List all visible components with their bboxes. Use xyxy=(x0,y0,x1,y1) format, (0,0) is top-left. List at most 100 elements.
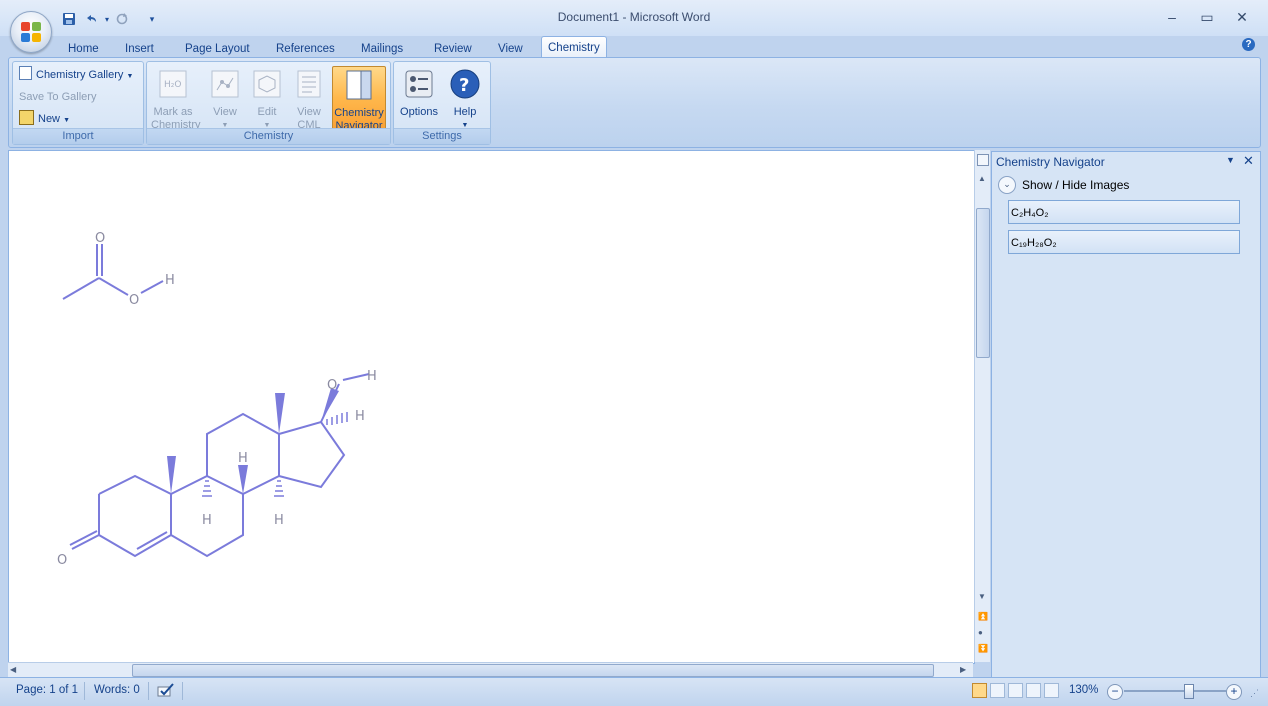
title-bar: ▾ ▾ Document1 - Microsoft Word – ▭ ✕ xyxy=(0,0,1268,36)
edit-button[interactable]: Edit ▼ xyxy=(247,66,287,129)
tab-mailings[interactable]: Mailings xyxy=(355,40,409,58)
scroll-up-icon[interactable]: ▲ xyxy=(978,174,986,183)
view-cml-button[interactable]: View CML xyxy=(289,66,329,131)
help-label: Help xyxy=(453,106,477,118)
new-document-icon xyxy=(19,110,34,125)
chevron-down-icon: ▼ xyxy=(63,117,71,124)
show-hide-images-toggle[interactable]: ⌄ Show / Hide Images xyxy=(998,176,1129,194)
options-button[interactable]: Options xyxy=(397,66,441,128)
document-area[interactable]: O O H O O H H H H H xyxy=(8,150,975,664)
atom-label-hydrogen: H xyxy=(238,451,248,466)
navigator-label-1: Chemistry xyxy=(334,107,384,119)
group-settings: Options ? Help ▼ Settings xyxy=(393,61,491,145)
svg-text:?: ? xyxy=(459,75,469,96)
cml-document-icon xyxy=(297,70,321,98)
proofing-icon[interactable] xyxy=(157,682,175,701)
tab-insert[interactable]: Insert xyxy=(119,40,160,58)
edit-label: Edit xyxy=(257,106,277,118)
horizontal-scroll-thumb[interactable] xyxy=(132,664,934,677)
chevron-down-icon: ▼ xyxy=(126,73,134,80)
pane-options-icon[interactable]: ▼ xyxy=(1226,155,1235,165)
chemistry-navigator-pane: Chemistry Navigator ▼ ✕ ⌄ Show / Hide Im… xyxy=(991,151,1261,679)
chemistry-navigator-button[interactable]: Chemistry Navigator xyxy=(332,66,386,132)
draft-view-icon[interactable] xyxy=(1044,683,1059,698)
vertical-scrollbar[interactable]: ▲ ▼ ⏫ ● ⏬ xyxy=(974,150,990,662)
tab-chemistry[interactable]: Chemistry xyxy=(541,36,607,59)
view-label: View xyxy=(213,106,237,118)
window-title: Document1 - Microsoft Word xyxy=(557,10,711,24)
divider xyxy=(148,682,149,700)
navigator-item[interactable]: C₁₉H₂₈O₂ xyxy=(1008,230,1240,254)
chevron-down-icon: ⌄ xyxy=(998,176,1016,194)
next-page-icon[interactable]: ⏬ xyxy=(978,644,988,653)
steroid-structure[interactable] xyxy=(69,373,370,558)
options-icon xyxy=(405,70,433,98)
atom-label-oxygen: O xyxy=(95,231,105,246)
print-layout-view-icon[interactable] xyxy=(972,683,987,698)
divider xyxy=(84,682,85,700)
chemistry-gallery-label: Chemistry Gallery xyxy=(36,69,124,81)
scroll-left-icon[interactable]: ◀ xyxy=(10,665,16,674)
zoom-slider-track[interactable] xyxy=(1124,690,1226,692)
close-pane-icon[interactable]: ✕ xyxy=(1243,153,1254,169)
group-import: Chemistry Gallery ▼ Save To Gallery New … xyxy=(12,61,144,145)
show-hide-label: Show / Hide Images xyxy=(1022,178,1130,192)
maximize-button[interactable]: ▭ xyxy=(1193,6,1221,28)
atom-label-hydrogen: H xyxy=(274,513,284,528)
ribbon-tabs: Home Insert Page Layout References Maili… xyxy=(0,36,1268,59)
mark-as-chemistry-button[interactable]: H₂O Mark as Chemistry xyxy=(151,66,201,131)
atom-label-oxygen: O xyxy=(57,553,67,568)
status-bar: Page: 1 of 1 Words: 0 130% − + ⋰ xyxy=(0,677,1268,706)
navigator-title: Chemistry Navigator xyxy=(996,155,1105,169)
new-button[interactable]: New ▼ xyxy=(19,110,70,128)
office-logo-icon xyxy=(21,22,41,42)
tab-references[interactable]: References xyxy=(270,40,341,58)
acetic-acid-structure[interactable] xyxy=(62,244,164,300)
zoom-slider-thumb[interactable] xyxy=(1184,684,1195,699)
save-to-gallery-button[interactable]: Save To Gallery xyxy=(19,88,96,106)
resize-grip-icon[interactable]: ⋰ xyxy=(1250,688,1259,699)
tab-review[interactable]: Review xyxy=(428,40,478,58)
full-screen-reading-view-icon[interactable] xyxy=(990,683,1005,698)
navigator-item[interactable]: C₂H₄O₂ xyxy=(1008,200,1240,224)
navigator-pane-icon xyxy=(346,70,372,100)
office-button[interactable] xyxy=(10,11,52,53)
vertical-scroll-thumb[interactable] xyxy=(976,208,990,358)
scroll-down-icon[interactable]: ▼ xyxy=(978,592,986,601)
help-icon: ? xyxy=(450,69,480,99)
help-button[interactable]: ? Help ▼ xyxy=(443,66,487,129)
zoom-in-icon[interactable]: + xyxy=(1226,684,1242,700)
tab-view[interactable]: View xyxy=(492,40,529,58)
ruler-toggle-icon[interactable] xyxy=(977,154,989,166)
svg-text:H₂O: H₂O xyxy=(164,80,181,90)
molecule-canvas: O O H O O H H H H H xyxy=(57,231,377,568)
group-label-chemistry: Chemistry xyxy=(147,128,390,144)
atom-label-hydrogen: H xyxy=(165,273,175,288)
divider xyxy=(182,682,183,700)
ribbon: Chemistry Gallery ▼ Save To Gallery New … xyxy=(8,57,1261,148)
web-layout-view-icon[interactable] xyxy=(1008,683,1023,698)
previous-page-icon[interactable]: ⏫ xyxy=(978,612,988,621)
mark-as-label-1: Mark as xyxy=(153,106,193,118)
minimize-button[interactable]: – xyxy=(1158,6,1186,28)
chemistry-gallery-button[interactable]: Chemistry Gallery ▼ xyxy=(19,66,133,84)
zoom-out-icon[interactable]: − xyxy=(1107,684,1123,700)
group-chemistry: H₂O Mark as Chemistry View ▼ Edit ▼ View… xyxy=(146,61,391,145)
browse-object-icon[interactable]: ● xyxy=(978,628,983,637)
page-count[interactable]: Page: 1 of 1 xyxy=(16,684,78,696)
atom-label-oxygen: O xyxy=(327,378,337,393)
molecule-edit-icon xyxy=(253,70,281,98)
tab-home[interactable]: Home xyxy=(62,40,105,58)
view-button[interactable]: View ▼ xyxy=(205,66,245,129)
atom-label-hydrogen: H xyxy=(355,409,365,424)
stereo-wedges xyxy=(167,388,339,494)
scroll-right-icon[interactable]: ▶ xyxy=(960,665,966,674)
help-icon[interactable]: ? xyxy=(1242,38,1255,51)
horizontal-scrollbar[interactable]: ◀ ▶ xyxy=(8,662,973,678)
outline-view-icon[interactable] xyxy=(1026,683,1041,698)
close-button[interactable]: ✕ xyxy=(1228,6,1256,28)
molecule-view-icon xyxy=(211,70,239,98)
word-count[interactable]: Words: 0 xyxy=(94,684,140,696)
tab-page-layout[interactable]: Page Layout xyxy=(179,40,256,58)
zoom-level[interactable]: 130% xyxy=(1069,684,1098,696)
